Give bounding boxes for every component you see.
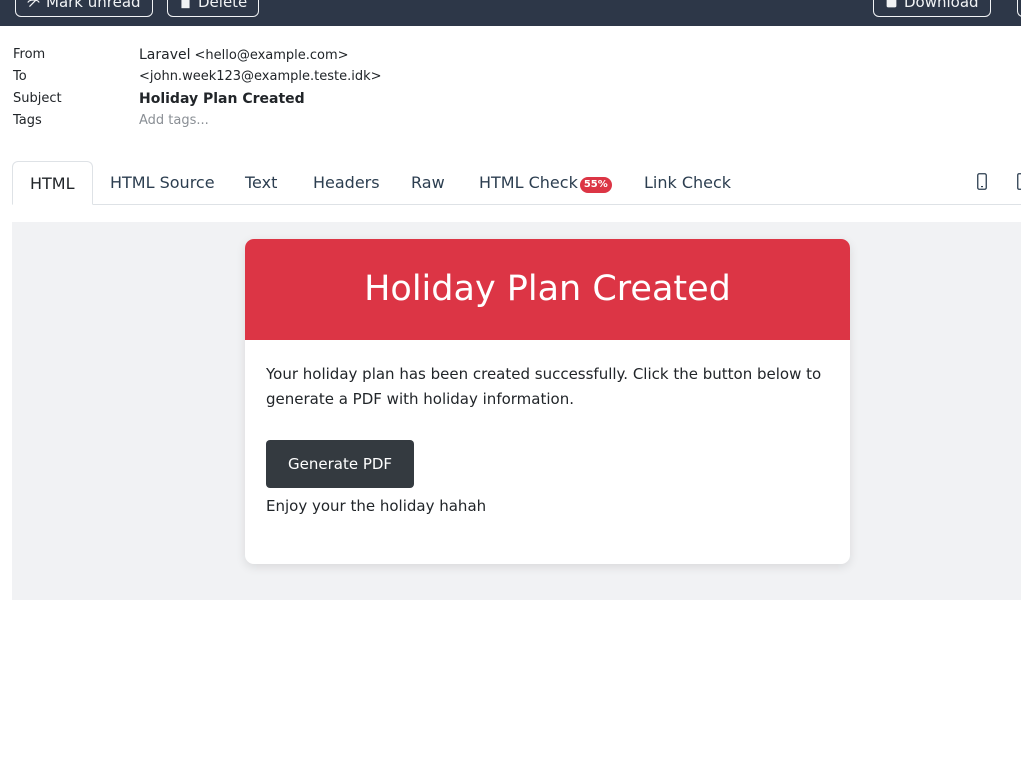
mobile-view-icon[interactable] [977,173,987,190]
tab-raw[interactable]: Raw [411,161,445,205]
html-check-score-badge: 55% [579,177,612,193]
tablet-view-icon[interactable] [1017,173,1021,190]
delete-button[interactable]: Delete [167,0,260,17]
from-row: From Laravel <hello@example.com> [13,44,713,66]
from-name: Laravel [139,47,191,63]
email-card: Holiday Plan Created Your holiday plan h… [245,239,850,564]
to-row: To <john.week123@example.teste.idk> [13,66,713,88]
email-body: Your holiday plan has been created succe… [245,340,850,519]
download-button[interactable]: Download [873,0,991,17]
tags-row: Tags Add tags... [13,110,713,132]
trash-icon [181,0,190,9]
email-body-text: Your holiday plan has been created succe… [266,365,822,408]
subject-row: Subject Holiday Plan Created [13,88,713,110]
tab-headers[interactable]: Headers [313,161,380,205]
tags-input[interactable]: Add tags... [139,110,209,132]
from-value: Laravel <hello@example.com> [139,44,349,67]
top-toolbar: Mark unread Delete Download [0,0,1021,26]
tags-label: Tags [13,113,42,128]
tab-html[interactable]: HTML [12,161,93,205]
download-icon [886,0,897,8]
to-value: <john.week123@example.teste.idk> [139,69,382,84]
tab-link-check[interactable]: Link Check [644,161,731,205]
delete-label: Delete [198,0,248,11]
tab-text[interactable]: Text [245,161,277,205]
toolbar-overflow-button[interactable] [1017,0,1021,17]
from-label: From [13,47,46,62]
view-tabs: HTML HTML Source Text Headers Raw HTML C… [12,161,1021,205]
generate-pdf-button[interactable]: Generate PDF [266,440,415,488]
to-label: To [13,69,27,84]
tab-html-check[interactable]: HTML Check 55% [479,161,612,205]
tab-html-source[interactable]: HTML Source [110,161,215,205]
tab-html-check-label: HTML Check [479,173,578,192]
email-header-title: Holiday Plan Created [245,239,850,340]
subject-value: Holiday Plan Created [139,91,305,107]
email-preview: Holiday Plan Created Your holiday plan h… [12,222,1021,600]
subject-label: Subject [13,91,62,106]
eye-slash-icon [27,0,40,7]
mark-unread-label: Mark unread [46,0,141,11]
email-footer-text: Enjoy your the holiday hahah [266,497,487,515]
mark-unread-button[interactable]: Mark unread [15,0,153,17]
message-meta: From Laravel <hello@example.com> To <john… [13,44,713,132]
download-label: Download [904,0,979,11]
from-email: <hello@example.com> [194,48,349,63]
